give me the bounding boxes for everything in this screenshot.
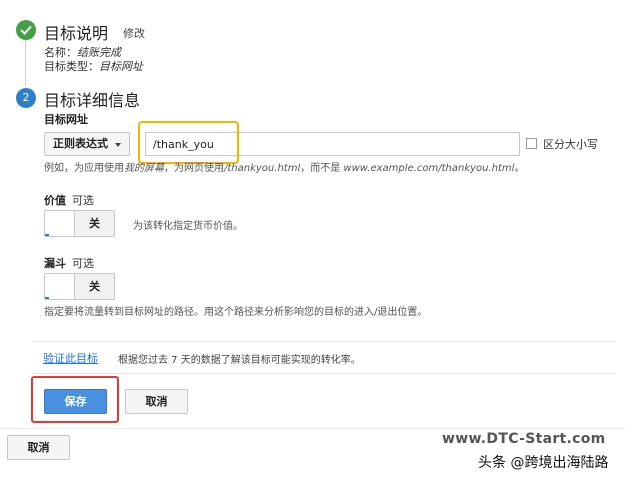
divider: [0, 428, 626, 429]
funnel-optional-label: 可选: [72, 257, 94, 270]
goal-details-title: 目标详细信息: [44, 91, 141, 110]
goal-type-value: 目标网址: [99, 60, 143, 73]
value-optional-label: 可选: [72, 194, 94, 207]
completed-check-icon: [16, 20, 36, 40]
cancel-button[interactable]: 取消: [125, 389, 188, 414]
value-label-row: 价值 可选: [44, 192, 94, 208]
funnel-toggle-state: 关: [75, 274, 114, 299]
funnel-toggle[interactable]: 关: [44, 273, 115, 300]
chevron-down-icon: [115, 143, 121, 147]
highlight-box-yellow: [138, 121, 239, 164]
verify-goal-description: 根据您过去 7 天的数据了解该目标可能实现的转化率。: [118, 355, 361, 366]
edit-goal-description-link[interactable]: 修改: [123, 25, 145, 41]
funnel-label: 漏斗: [44, 257, 66, 270]
value-toggle-knob: [45, 211, 75, 236]
value-toggle[interactable]: 关: [44, 210, 115, 237]
match-type-dropdown[interactable]: 正则表达式: [44, 132, 130, 156]
case-sensitive-label: 区分大小写: [543, 138, 598, 151]
value-label: 价值: [44, 194, 66, 207]
footer-cancel-button[interactable]: 取消: [7, 435, 70, 460]
funnel-toggle-knob: [45, 274, 75, 299]
destination-label: 目标网址: [44, 113, 88, 126]
watermark-url: www.DTC-Start.com: [442, 431, 606, 447]
highlight-box-red: [31, 376, 119, 423]
funnel-hint: 指定要将流量转到目标网址的路径。用这个路径来分析影响您的目标的进入/退出位置。: [44, 307, 428, 318]
goal-type-row: 目标类型：目标网址: [44, 58, 143, 74]
watermark-attribution: 头条 @跨境出海陆路: [478, 455, 609, 471]
goal-description-title: 目标说明: [44, 24, 109, 43]
divider: [32, 373, 616, 374]
value-hint: 为该转化指定货币价值。: [133, 221, 243, 232]
case-sensitive-checkbox[interactable]: [526, 138, 537, 149]
goal-type-key: 目标类型：: [44, 60, 99, 73]
destination-hint: 例如，为应用使用我的屏幕，为网页使用/thankyou.html，而不是 www…: [44, 163, 525, 174]
step-connector-line: [25, 40, 26, 86]
value-toggle-state: 关: [75, 211, 114, 236]
verify-goal-link[interactable]: 验证此目标: [43, 350, 98, 366]
divider: [32, 341, 616, 342]
funnel-label-row: 漏斗 可选: [44, 255, 94, 271]
step-number-badge: 2: [16, 88, 36, 108]
match-type-value: 正则表达式: [53, 137, 108, 150]
